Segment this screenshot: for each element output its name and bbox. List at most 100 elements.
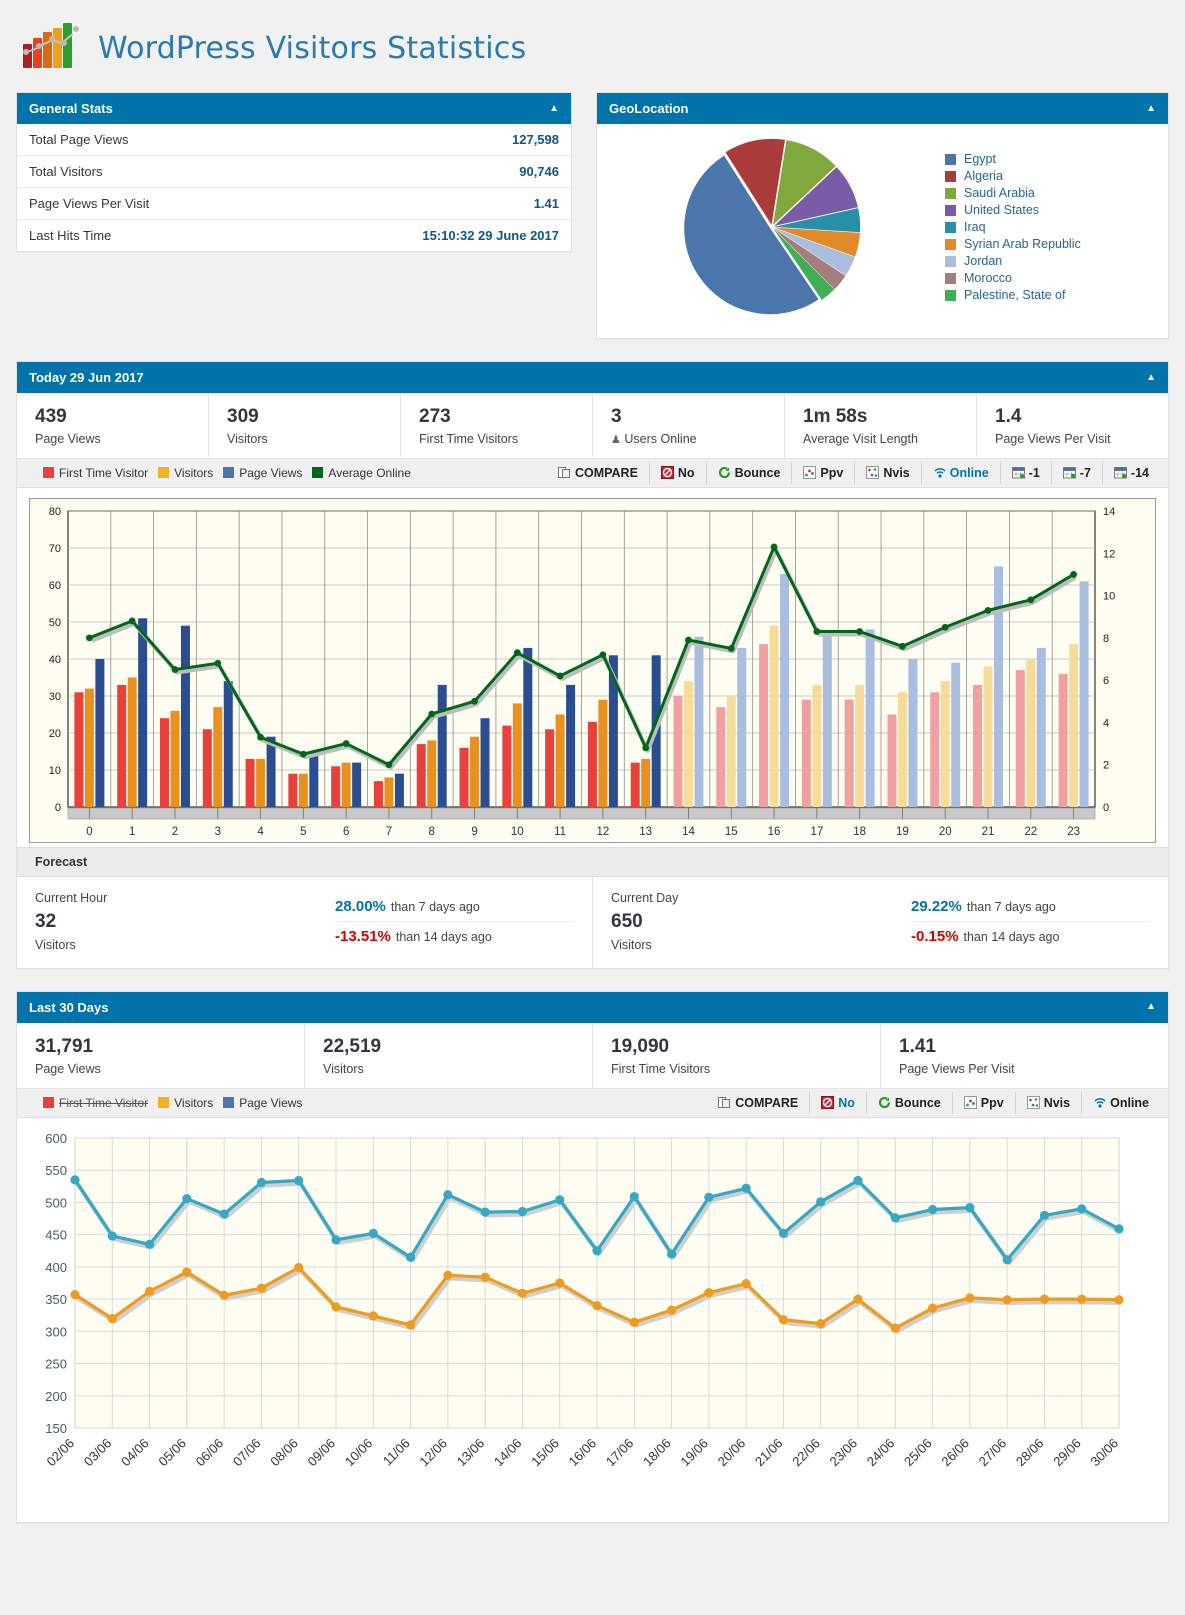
toolbar-button-no[interactable]: No bbox=[648, 461, 706, 484]
line-point[interactable] bbox=[368, 1310, 378, 1320]
line-point[interactable] bbox=[642, 744, 650, 751]
bar[interactable] bbox=[74, 692, 84, 807]
line-point[interactable] bbox=[331, 1301, 341, 1311]
line-point[interactable] bbox=[592, 1300, 602, 1310]
bar[interactable] bbox=[373, 780, 383, 807]
legend-item[interactable]: Palestine, State of bbox=[945, 288, 1081, 302]
bar[interactable] bbox=[437, 684, 447, 807]
line-point[interactable] bbox=[890, 1212, 900, 1223]
bar[interactable] bbox=[673, 695, 683, 807]
line-point[interactable] bbox=[666, 1248, 677, 1259]
bar[interactable] bbox=[1036, 647, 1046, 807]
line-point[interactable] bbox=[405, 1252, 416, 1262]
toolbar-button-nvis[interactable]: Nvis bbox=[854, 461, 920, 484]
bar[interactable] bbox=[180, 625, 190, 807]
line-point[interactable] bbox=[517, 1206, 528, 1216]
line-point[interactable] bbox=[107, 1230, 117, 1241]
line-point[interactable] bbox=[256, 1177, 267, 1187]
line-point[interactable] bbox=[256, 1283, 267, 1293]
line-point[interactable] bbox=[853, 1294, 863, 1304]
line-point[interactable] bbox=[1002, 1254, 1012, 1264]
line-point[interactable] bbox=[219, 1208, 229, 1219]
legend-item[interactable]: Syrian Arab Republic bbox=[945, 237, 1081, 251]
bar[interactable] bbox=[138, 618, 148, 807]
bar[interactable] bbox=[641, 758, 651, 807]
legend-item[interactable]: First Time Visitor bbox=[43, 1096, 148, 1110]
bar[interactable] bbox=[726, 695, 736, 807]
today-chart[interactable]: 0 10 20 30 40 50 60 70 80 0 2 4 6 8 10 12 14 0 1 2 3 4 5 6 7 8 9 10… bbox=[29, 497, 1156, 843]
bar[interactable] bbox=[716, 706, 726, 807]
line-point[interactable] bbox=[778, 1228, 789, 1238]
line-point[interactable] bbox=[816, 1196, 826, 1206]
toolbar-button-ppv[interactable]: Ppv bbox=[791, 461, 854, 484]
toolbar-button-no[interactable]: No bbox=[809, 1091, 866, 1114]
bar[interactable] bbox=[117, 684, 127, 807]
line-point[interactable] bbox=[599, 651, 607, 658]
caret-up-icon[interactable]: ▲ bbox=[549, 103, 559, 114]
line-point[interactable] bbox=[770, 543, 778, 551]
line-point[interactable] bbox=[778, 1314, 789, 1324]
caret-up-icon[interactable]: ▲ bbox=[1146, 1002, 1156, 1012]
line-point[interactable] bbox=[171, 665, 179, 673]
legend-item[interactable]: Saudi Arabia bbox=[945, 186, 1081, 200]
line-point[interactable] bbox=[1070, 570, 1078, 578]
legend-item[interactable]: Page Views bbox=[223, 1096, 302, 1110]
legend-item[interactable]: Visitors bbox=[158, 466, 213, 480]
line-point[interactable] bbox=[704, 1287, 714, 1297]
bar[interactable] bbox=[1026, 658, 1036, 807]
bar[interactable] bbox=[160, 717, 169, 807]
bar[interactable] bbox=[416, 743, 426, 807]
legend-item[interactable]: Jordan bbox=[945, 254, 1081, 268]
legend-item[interactable]: First Time Visitor bbox=[43, 466, 148, 480]
line-point[interactable] bbox=[1077, 1203, 1087, 1213]
line-point[interactable] bbox=[294, 1175, 304, 1185]
bar[interactable] bbox=[780, 573, 790, 807]
line-point[interactable] bbox=[144, 1239, 155, 1249]
bar[interactable] bbox=[245, 758, 255, 807]
line-point[interactable] bbox=[727, 644, 735, 652]
line-point[interactable] bbox=[1027, 596, 1035, 603]
bar[interactable] bbox=[512, 703, 522, 807]
line-point[interactable] bbox=[368, 1228, 378, 1238]
line-point[interactable] bbox=[1114, 1294, 1124, 1304]
bar[interactable] bbox=[630, 762, 640, 807]
line-point[interactable] bbox=[629, 1191, 639, 1201]
line-point[interactable] bbox=[813, 627, 821, 635]
bar[interactable] bbox=[973, 684, 983, 807]
bar[interactable] bbox=[855, 684, 865, 807]
legend-item[interactable]: Iraq bbox=[945, 220, 1081, 234]
bar[interactable] bbox=[223, 680, 233, 807]
line-point[interactable] bbox=[517, 1288, 528, 1298]
legend-item[interactable]: Egypt bbox=[945, 152, 1081, 166]
bar[interactable] bbox=[309, 751, 319, 807]
line-point[interactable] bbox=[555, 1277, 565, 1288]
caret-up-icon[interactable]: ▲ bbox=[1146, 103, 1156, 114]
line-point[interactable] bbox=[1077, 1294, 1087, 1304]
line-point[interactable] bbox=[666, 1304, 677, 1315]
bar[interactable] bbox=[298, 773, 308, 807]
line-point[interactable] bbox=[85, 634, 93, 642]
toolbar-button-bounce[interactable]: Bounce bbox=[705, 461, 792, 484]
line-point[interactable] bbox=[965, 1202, 975, 1212]
line-point[interactable] bbox=[443, 1270, 453, 1280]
bar[interactable] bbox=[288, 773, 298, 807]
bar[interactable] bbox=[1079, 581, 1089, 807]
line-point[interactable] bbox=[144, 1286, 155, 1296]
line-point[interactable] bbox=[856, 627, 864, 635]
bar[interactable] bbox=[887, 714, 897, 807]
line-point[interactable] bbox=[556, 672, 564, 680]
line-point[interactable] bbox=[331, 1234, 341, 1244]
line-point[interactable] bbox=[257, 733, 264, 741]
toolbar-button-online[interactable]: Online bbox=[1081, 1091, 1160, 1114]
bar[interactable] bbox=[394, 773, 404, 807]
line-point[interactable] bbox=[741, 1183, 751, 1193]
toolbar-button-14[interactable]: -14 bbox=[1101, 461, 1160, 484]
bar[interactable] bbox=[555, 714, 565, 807]
bar[interactable] bbox=[84, 688, 94, 807]
line-point[interactable] bbox=[965, 1292, 975, 1302]
line-point[interactable] bbox=[1114, 1223, 1124, 1233]
line-point[interactable] bbox=[685, 636, 692, 644]
bar[interactable] bbox=[266, 736, 276, 807]
bar[interactable] bbox=[331, 766, 341, 807]
bar[interactable] bbox=[951, 662, 961, 807]
